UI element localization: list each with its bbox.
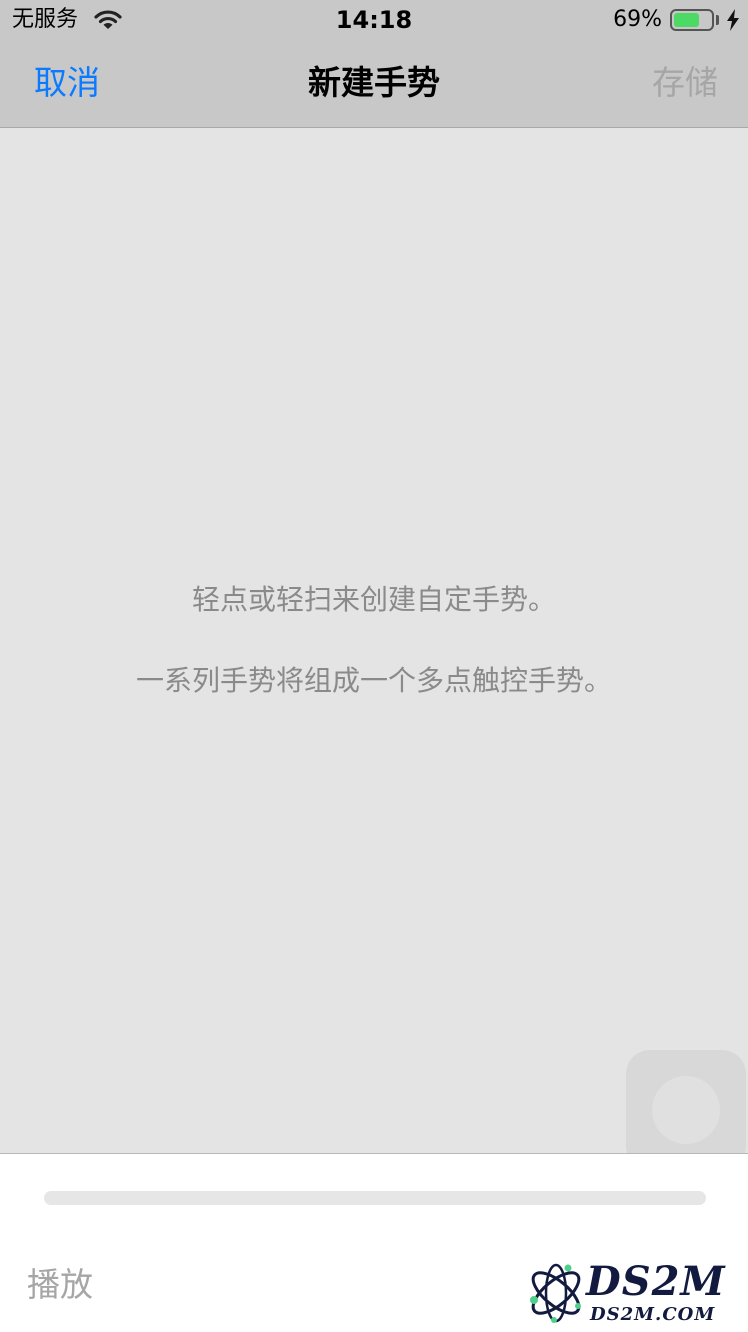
battery-cap bbox=[716, 15, 719, 25]
status-bar: 无服务 14:18 69% bbox=[0, 0, 748, 40]
atom-logo-icon bbox=[530, 1263, 581, 1323]
watermark-url: DS2M.COM bbox=[590, 1304, 716, 1325]
play-button[interactable]: 播放 bbox=[27, 1264, 93, 1306]
battery-percentage: 69% bbox=[613, 7, 662, 32]
gesture-canvas[interactable]: 轻点或轻扫来创建自定手势。 一系列手势将组成一个多点触控手势。 bbox=[0, 128, 748, 1170]
page-title: 新建手势 bbox=[308, 63, 440, 102]
assistive-touch-icon bbox=[652, 1076, 720, 1144]
gesture-hint-line-1: 轻点或轻扫来创建自定手势。 bbox=[191, 583, 556, 616]
gesture-hint-line-2: 一系列手势将组成一个多点触控手势。 bbox=[135, 664, 612, 697]
battery-level-fill bbox=[674, 13, 699, 27]
bottom-toolbar: 播放 DS2M DS2M.COM bbox=[0, 1244, 748, 1332]
progress-area bbox=[0, 1153, 748, 1245]
navigation-bar: 取消 新建手势 存储 bbox=[0, 40, 748, 128]
watermark-logo: DS2M DS2M.COM bbox=[524, 1256, 744, 1330]
gesture-progress-bar bbox=[44, 1191, 706, 1205]
save-button[interactable]: 存储 bbox=[652, 62, 718, 104]
charging-bolt-icon bbox=[726, 9, 740, 35]
watermark-brand: DS2M bbox=[586, 1258, 726, 1305]
battery-icon bbox=[670, 9, 714, 31]
assistive-touch-button[interactable] bbox=[626, 1050, 746, 1170]
